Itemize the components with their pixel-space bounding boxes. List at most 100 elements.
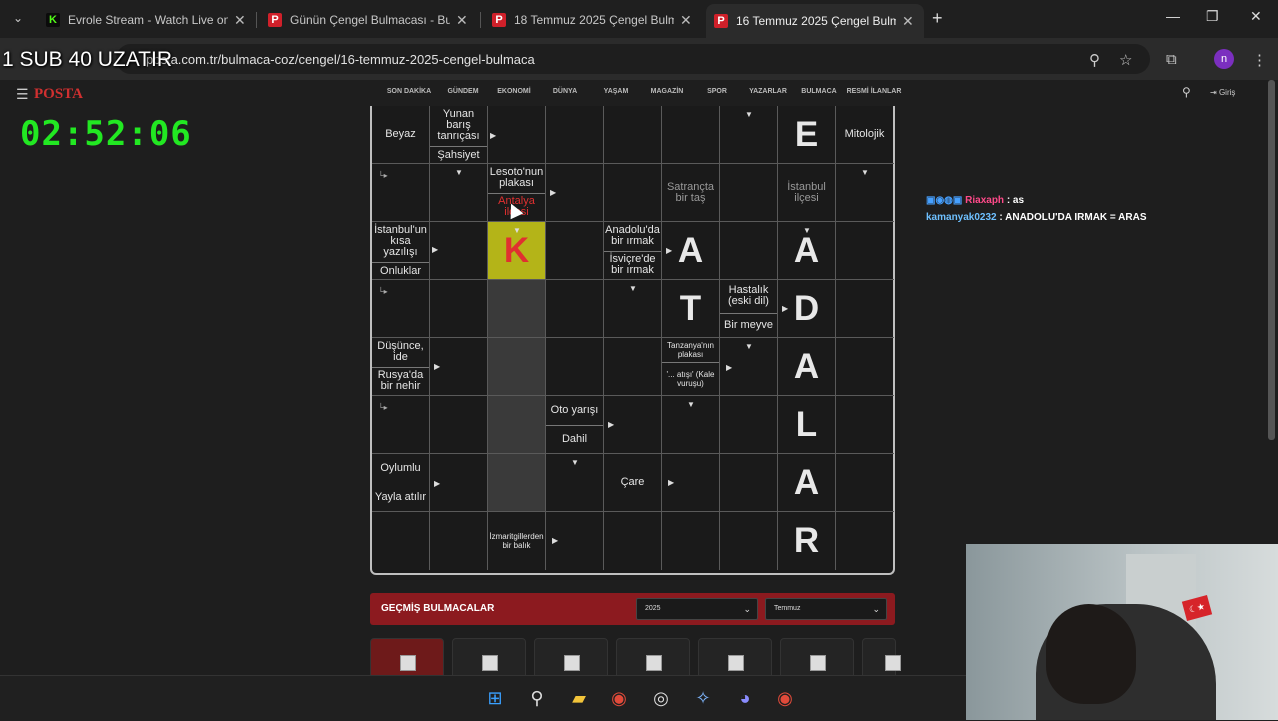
menu-kebab-icon[interactable]: ⋮ [1252, 51, 1267, 69]
past-puzzle-card[interactable] [452, 638, 526, 680]
grid-cell[interactable]: ▼ [836, 164, 894, 222]
grid-cell[interactable]: ▼ A [778, 222, 836, 280]
grid-cell[interactable]: ▼ [430, 164, 488, 222]
login-link[interactable]: ⇥ Giriş [1210, 88, 1235, 97]
grid-cell[interactable]: D [778, 280, 836, 338]
grid-cell[interactable]: A [778, 454, 836, 512]
nav-item[interactable]: YAZARLAR [742, 88, 794, 95]
chrome-icon[interactable]: ◉ [606, 685, 632, 711]
grid-cell-active[interactable]: ▼ K [488, 222, 546, 280]
grid-cell[interactable]: R [778, 512, 836, 570]
grid-cell-highlighted[interactable] [488, 396, 546, 454]
grid-cell[interactable] [836, 396, 894, 454]
grid-cell[interactable]: A [778, 338, 836, 396]
grid-cell[interactable]: L [778, 396, 836, 454]
profile-avatar[interactable]: n [1214, 49, 1234, 69]
grid-cell[interactable]: └▸ [372, 280, 430, 338]
past-puzzle-card[interactable] [534, 638, 608, 680]
tab-evrole[interactable]: K Evrole Stream - Watch Live on K ✕ [46, 6, 246, 34]
page-scrollbar[interactable] [1268, 80, 1275, 440]
tab-search-button[interactable]: ⌄ [8, 8, 28, 28]
grid-cell[interactable]: └▸ [372, 396, 430, 454]
minimize-button[interactable]: — [1166, 8, 1180, 24]
close-icon[interactable]: ✕ [234, 12, 246, 29]
tab-gunun-cengel[interactable]: P Günün Çengel Bulmacası - Bugün ✕ [268, 6, 468, 34]
past-puzzle-card[interactable] [616, 638, 690, 680]
grid-cell[interactable] [430, 338, 488, 396]
close-icon[interactable]: ✕ [902, 13, 914, 30]
tab-16-temmuz[interactable]: P 16 Temmuz 2025 Çengel Bulmaca ✕ [706, 4, 924, 38]
grid-cell[interactable] [604, 106, 662, 164]
grid-cell-highlighted[interactable] [488, 454, 546, 512]
grid-cell[interactable] [430, 222, 488, 280]
grid-cell[interactable] [836, 512, 894, 570]
grid-cell[interactable] [430, 512, 488, 570]
grid-cell[interactable] [604, 396, 662, 454]
grid-cell[interactable] [604, 512, 662, 570]
nav-item[interactable]: DÜNYA [540, 88, 590, 95]
grid-cell[interactable] [720, 454, 778, 512]
new-tab-button[interactable]: + [932, 8, 943, 29]
nav-item[interactable]: MAGAZİN [642, 88, 692, 95]
grid-cell[interactable] [546, 106, 604, 164]
grid-cell[interactable]: E [778, 106, 836, 164]
grid-cell-highlighted[interactable] [488, 338, 546, 396]
grid-cell[interactable] [372, 512, 430, 570]
steam-icon[interactable]: ◎ [648, 685, 674, 711]
grid-cell[interactable] [720, 164, 778, 222]
bookmark-star-icon[interactable]: ☆ [1119, 51, 1132, 69]
grid-cell[interactable] [488, 106, 546, 164]
grid-cell[interactable] [662, 106, 720, 164]
windows-start-icon[interactable]: ⊞ [482, 685, 508, 711]
chrome-profile-icon[interactable]: ◉ [772, 685, 798, 711]
grid-cell[interactable] [430, 280, 488, 338]
grid-cell[interactable]: └▸ [372, 164, 430, 222]
grid-cell[interactable] [546, 512, 604, 570]
grid-cell[interactable] [720, 396, 778, 454]
grid-cell[interactable] [604, 338, 662, 396]
grid-cell[interactable]: A [662, 222, 720, 280]
grid-cell[interactable] [662, 454, 720, 512]
hamburger-icon[interactable]: ☰ [16, 86, 29, 103]
close-icon[interactable]: ✕ [680, 12, 692, 29]
nav-item[interactable]: SON DAKİKA [380, 88, 438, 95]
year-select[interactable]: 2025 ⌄ [636, 598, 758, 620]
grid-cell[interactable] [720, 222, 778, 280]
grid-cell[interactable]: T [662, 280, 720, 338]
grid-cell[interactable] [662, 512, 720, 570]
close-window-button[interactable]: ✕ [1250, 8, 1262, 25]
tab-18-temmuz[interactable]: P 18 Temmuz 2025 Çengel Bulmaca ✕ [492, 6, 692, 34]
grid-cell[interactable] [546, 222, 604, 280]
grid-cell[interactable]: ▼ [662, 396, 720, 454]
search-icon[interactable]: ⚲ [1182, 85, 1191, 99]
past-puzzle-card[interactable] [862, 638, 901, 680]
month-select[interactable]: Temmuz ⌄ [765, 598, 887, 620]
site-logo[interactable]: POSTA [34, 86, 83, 103]
grid-cell[interactable] [546, 280, 604, 338]
past-puzzle-card[interactable] [698, 638, 772, 680]
past-puzzle-card[interactable] [780, 638, 854, 680]
nav-item[interactable]: EKONOMİ [488, 88, 540, 95]
grid-cell[interactable]: ▼ [720, 106, 778, 164]
discord-icon[interactable]: ◕ [732, 685, 758, 711]
grid-cell[interactable]: ▼ [546, 454, 604, 512]
grid-cell[interactable] [720, 512, 778, 570]
app-icon[interactable]: ✧ [690, 685, 716, 711]
close-icon[interactable]: ✕ [456, 12, 468, 29]
grid-cell[interactable] [836, 280, 894, 338]
file-explorer-icon[interactable]: ▰ [566, 685, 592, 711]
grid-cell[interactable] [430, 396, 488, 454]
grid-cell[interactable] [836, 454, 894, 512]
grid-cell[interactable]: ▼ [604, 280, 662, 338]
grid-cell[interactable] [546, 338, 604, 396]
past-puzzle-card[interactable] [370, 638, 444, 680]
extensions-icon[interactable]: ⧉ [1166, 51, 1177, 68]
grid-cell[interactable] [604, 164, 662, 222]
zoom-icon[interactable]: ⚲ [1089, 51, 1100, 69]
grid-cell[interactable] [546, 164, 604, 222]
search-icon[interactable]: ⚲ [524, 685, 550, 711]
grid-cell[interactable] [430, 454, 488, 512]
grid-cell-highlighted[interactable] [488, 280, 546, 338]
grid-cell[interactable] [836, 338, 894, 396]
address-bar[interactable]: posta.com.tr/bulmaca-coz/cengel/16-temmu… [116, 44, 1150, 74]
